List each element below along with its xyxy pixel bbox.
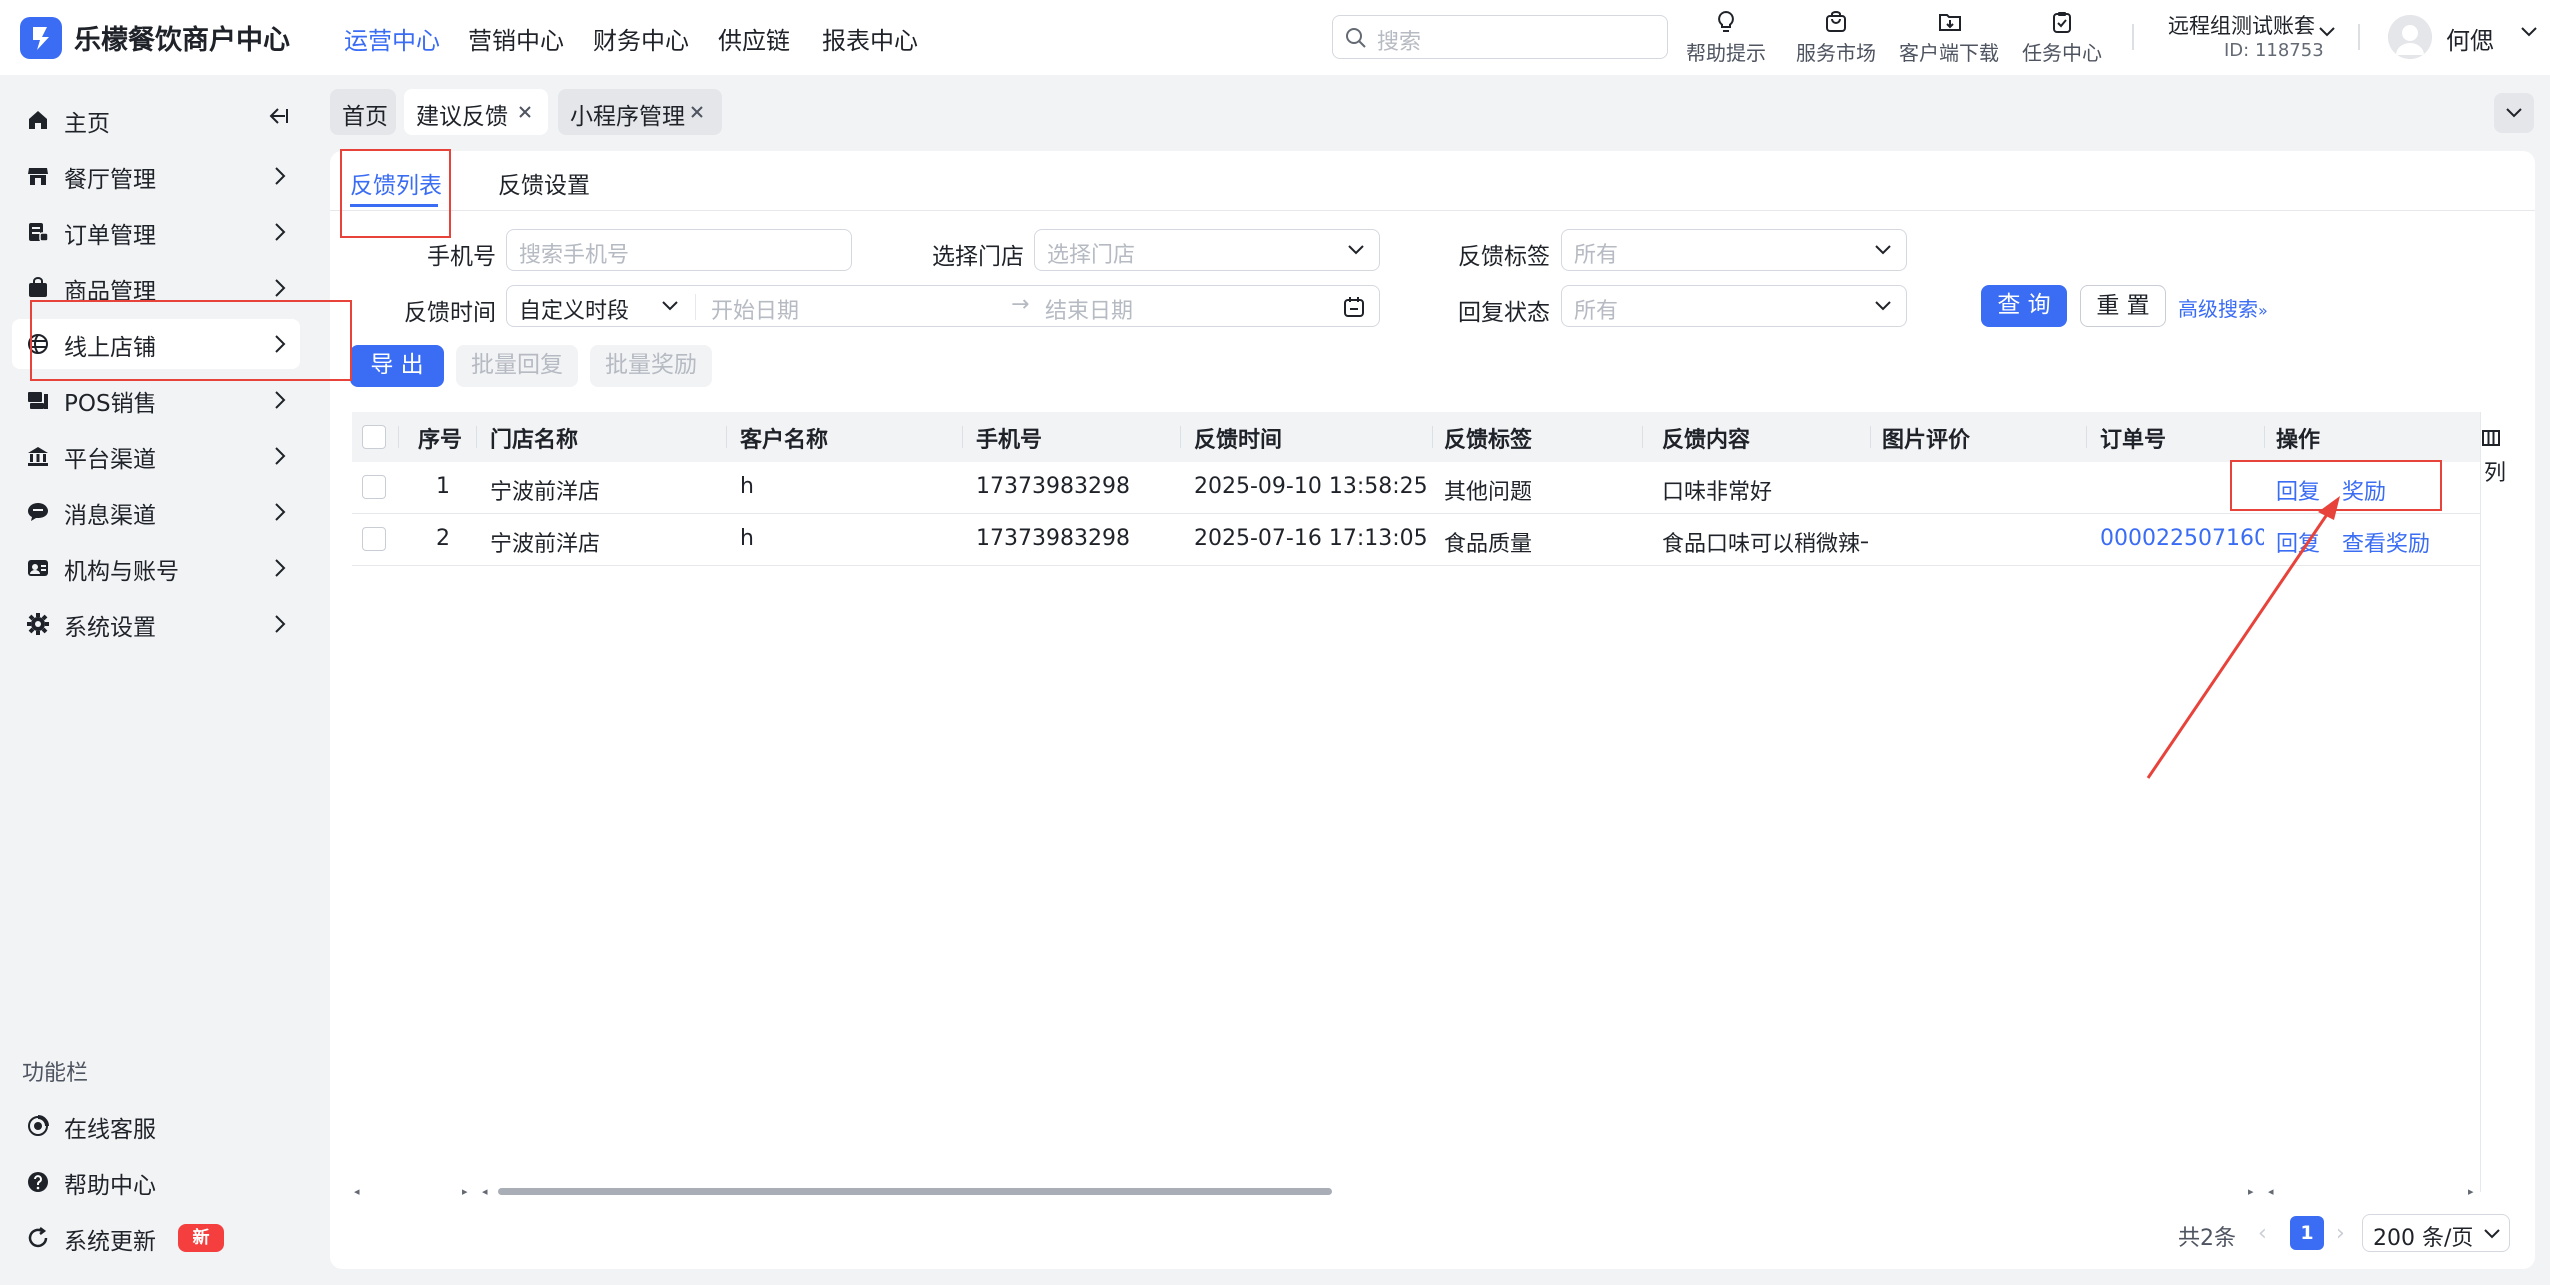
annotation-arrow bbox=[2146, 496, 2340, 779]
